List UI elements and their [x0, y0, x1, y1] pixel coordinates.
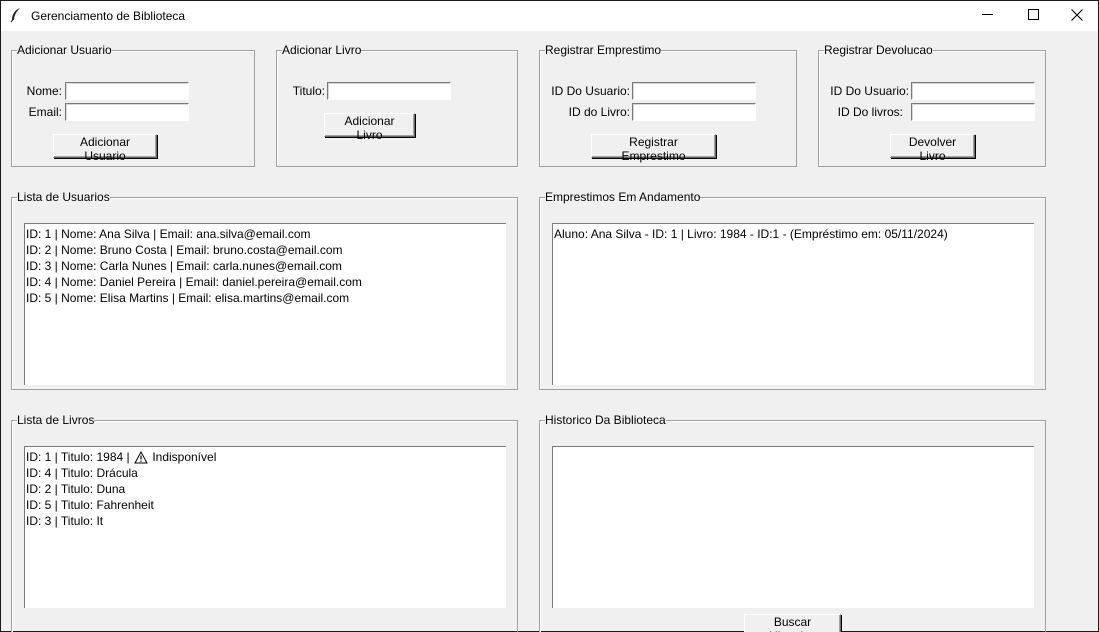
- users-list-legend: Lista de Usuarios: [17, 190, 110, 204]
- active-loans-group: Emprestimos Em Andamento Aluno: Ana Silv…: [539, 190, 1046, 390]
- book-title-input[interactable]: [327, 82, 451, 100]
- register-loan-button[interactable]: Registrar Emprestimo: [591, 134, 716, 163]
- return-book-button[interactable]: Devolver Livro: [890, 134, 975, 163]
- add-book-group: Adicionar Livro Titulo: Adicionar Livro: [276, 43, 518, 167]
- window-title: Gerenciamento de Biblioteca: [31, 9, 186, 23]
- loan-user-id-label: ID Do Usuario:: [551, 84, 630, 98]
- history-legend: Historico Da Biblioteca: [545, 413, 666, 427]
- books-list-group: Lista de Livros ID: 1 | Titulo: 1984 | I…: [11, 413, 518, 632]
- app-window: Gerenciamento de Biblioteca Adicionar Us…: [0, 0, 1099, 632]
- add-user-button[interactable]: Adicionar Usuario: [53, 134, 157, 163]
- active-loans-legend: Emprestimos Em Andamento: [545, 190, 701, 204]
- close-icon: [1071, 8, 1083, 24]
- list-item[interactable]: ID: 2 | Nome: Bruno Costa | Email: bruno…: [26, 242, 505, 258]
- book-status-text: Indisponível: [152, 450, 217, 464]
- email-label: Email:: [28, 105, 62, 119]
- register-loan-group: Registrar Emprestimo ID Do Usuario: ID d…: [539, 43, 797, 167]
- name-label: Nome:: [26, 84, 62, 98]
- minimize-icon: [981, 9, 993, 23]
- title-bar[interactable]: Gerenciamento de Biblioteca: [1, 0, 1098, 31]
- loan-user-id-input[interactable]: [632, 82, 756, 100]
- name-input[interactable]: [65, 82, 189, 100]
- list-item[interactable]: ID: 2 | Titulo: Duna: [26, 481, 505, 497]
- register-return-group: Registrar Devolucao ID Do Usuario: ID Do…: [818, 43, 1046, 167]
- list-item[interactable]: ID: 1 | Nome: Ana Silva | Email: ana.sil…: [26, 226, 505, 242]
- users-listbox[interactable]: ID: 1 | Nome: Ana Silva | Email: ana.sil…: [24, 223, 506, 385]
- users-list-group: Lista de Usuarios ID: 1 | Nome: Ana Silv…: [11, 190, 518, 390]
- book-item-text: ID: 1 | Titulo: 1984 |: [26, 450, 130, 464]
- add-user-legend: Adicionar Usuario: [17, 43, 112, 57]
- close-button[interactable]: [1054, 1, 1099, 31]
- feather-icon: [9, 7, 23, 23]
- books-listbox[interactable]: ID: 1 | Titulo: 1984 | Indisponível ID: …: [24, 446, 506, 608]
- list-item[interactable]: ID: 4 | Nome: Daniel Pereira | Email: da…: [26, 274, 505, 290]
- return-user-id-label: ID Do Usuario:: [830, 84, 909, 98]
- add-book-legend: Adicionar Livro: [282, 43, 362, 57]
- add-user-group: Adicionar Usuario Nome: Email: Adicionar…: [11, 43, 255, 167]
- loan-book-id-input[interactable]: [632, 103, 756, 121]
- list-item[interactable]: ID: 1 | Titulo: 1984 | Indisponível: [26, 449, 505, 465]
- register-loan-legend: Registrar Emprestimo: [545, 43, 662, 57]
- maximize-button[interactable]: [1010, 1, 1056, 31]
- history-group: Historico Da Biblioteca Buscar Historico: [539, 413, 1046, 632]
- add-book-button[interactable]: Adicionar Livro: [324, 113, 415, 142]
- book-title-label: Titulo:: [292, 84, 325, 98]
- active-loans-listbox[interactable]: Aluno: Ana Silva - ID: 1 | Livro: 1984 -…: [552, 223, 1034, 385]
- email-input[interactable]: [65, 103, 189, 121]
- return-user-id-input[interactable]: [911, 82, 1035, 100]
- list-item[interactable]: ID: 5 | Titulo: Fahrenheit: [26, 497, 505, 513]
- minimize-button[interactable]: [964, 1, 1010, 31]
- return-book-id-input[interactable]: [911, 103, 1035, 121]
- list-item[interactable]: ID: 3 | Nome: Carla Nunes | Email: carla…: [26, 258, 505, 274]
- history-listbox[interactable]: [552, 446, 1034, 608]
- loan-book-id-label: ID do Livro:: [568, 105, 630, 119]
- list-item[interactable]: ID: 3 | Titulo: It: [26, 513, 505, 529]
- register-return-legend: Registrar Devolucao: [824, 43, 933, 57]
- list-item[interactable]: ID: 5 | Nome: Elisa Martins | Email: eli…: [26, 290, 505, 306]
- list-item[interactable]: Aluno: Ana Silva - ID: 1 | Livro: 1984 -…: [554, 226, 1033, 242]
- books-list-legend: Lista de Livros: [17, 413, 95, 427]
- search-history-button[interactable]: Buscar Historico: [744, 614, 841, 632]
- return-book-id-label: ID Do livros:: [837, 105, 903, 119]
- list-item[interactable]: ID: 4 | Titulo: Drácula: [26, 465, 505, 481]
- maximize-icon: [1027, 9, 1039, 23]
